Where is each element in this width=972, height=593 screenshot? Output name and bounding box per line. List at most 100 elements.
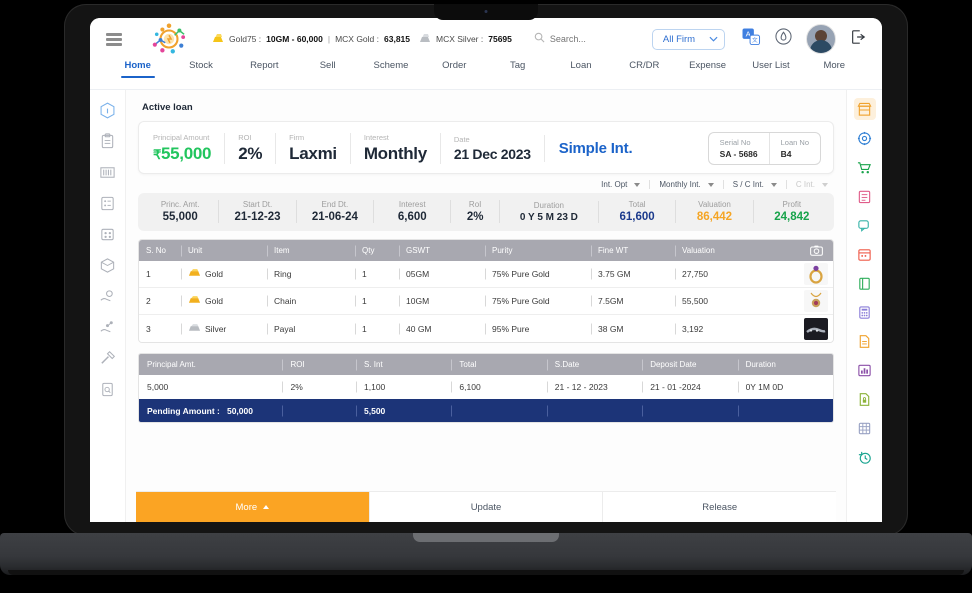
loan-no-label: Loan No [780, 138, 809, 147]
info-icon[interactable] [99, 102, 116, 119]
stat-profit-label: Profit [782, 200, 802, 209]
hamburger-icon[interactable] [106, 32, 122, 46]
notification-bell-icon[interactable] [775, 28, 792, 50]
avatar[interactable] [806, 24, 836, 54]
search-icon [534, 30, 545, 48]
list-check-icon[interactable] [99, 195, 116, 212]
rate-gold75-label: Gold75 : [229, 34, 262, 44]
search-input[interactable] [549, 34, 640, 44]
update-button[interactable]: Update [369, 492, 604, 522]
stat-princ-amt-label: Princ. Amt. [160, 200, 200, 209]
summary-principal-amount: Principal Amount ₹55,000 [151, 133, 226, 164]
chevron-down-icon [770, 182, 777, 187]
table-row[interactable]: 3 Silver Payal 1 40 GM 95% Pure 38 GM 3,… [139, 315, 833, 342]
ledger-cell-deposit-date: 21 - 01 -2024 [642, 382, 737, 392]
nav-item-stock[interactable]: Stock [169, 60, 232, 71]
chevron-down-icon [634, 182, 641, 187]
svg-text:文: 文 [752, 36, 758, 44]
market-rates: Gold75 : 10GM - 60,000 | MCX Gold : 63,8… [212, 33, 512, 45]
ring-photo [804, 263, 828, 285]
hand-coin-icon[interactable] [99, 288, 116, 305]
barcode-icon[interactable] [99, 164, 116, 181]
rate-gold75-value: 10GM - 60,000 [266, 34, 323, 44]
summary-firm: Firm Laxmi [276, 133, 351, 164]
clipboard-pink-icon[interactable] [854, 185, 876, 207]
ledger-table-row[interactable]: 5,000 2% 1,100 6,100 21 - 12 - 2023 21 -… [139, 375, 833, 399]
nav-item-tag[interactable]: Tag [486, 60, 549, 71]
book-green-icon[interactable] [854, 272, 876, 294]
payal-photo [804, 317, 828, 340]
table-row[interactable]: 1 Gold Ring 1 05GM 75% Pure Gold 3.75 GM… [139, 261, 833, 288]
chat-bubble-icon[interactable] [854, 214, 876, 236]
spreadsheet-icon[interactable] [854, 417, 876, 439]
dropdown-int-opt[interactable]: Int. Opt [592, 180, 651, 189]
main-content: Active loan Principal Amount ₹55,000 ROI… [126, 90, 846, 522]
nav-item-expense[interactable]: Expense [676, 60, 739, 71]
row-thumbnail[interactable] [799, 263, 833, 285]
clipboard-icon[interactable] [99, 133, 116, 150]
nav-item-loan[interactable]: Loan [549, 60, 612, 71]
stat-end-dt-label: End Dt. [321, 200, 349, 209]
search-box[interactable] [534, 30, 640, 48]
nav-item-more[interactable]: More [803, 60, 866, 71]
stat-end-dt: End Dt. 21-06-24 [297, 200, 375, 223]
firm-select[interactable]: All Firm [651, 28, 726, 50]
hammer-icon[interactable] [99, 350, 116, 367]
gold-nugget-icon [188, 295, 201, 307]
interest-type-label: Simple Int. [558, 140, 633, 157]
stat-start-dt-value: 21-12-23 [234, 211, 281, 223]
grid-dots-icon[interactable] [99, 226, 116, 243]
stat-valuation-value: 86,442 [696, 211, 733, 223]
calculator-icon[interactable] [854, 301, 876, 323]
store-icon[interactable] [853, 98, 876, 120]
table-row[interactable]: 2 Gold Chain 1 10GM 75% Pure Gold 7.5GM … [139, 288, 833, 315]
nav-item-scheme[interactable]: Scheme [359, 60, 422, 71]
release-button[interactable]: Release [603, 492, 837, 522]
cell-gswt: 05GM [399, 269, 485, 279]
summary-principal-label: Principal Amount [153, 133, 210, 142]
ledger-cell-total: 6,100 [451, 382, 546, 392]
items-table-header: S. No Unit Item Qty GSWT Purity Fine WT … [139, 240, 833, 261]
cell-gswt: 40 GM [399, 324, 485, 334]
cell-item: Ring [267, 269, 355, 279]
hand-share-icon[interactable] [99, 319, 116, 336]
chart-purple-icon[interactable] [854, 359, 876, 381]
dropdown-sc-int[interactable]: S / C Int. [724, 180, 787, 189]
dropdown-c-int[interactable]: C Int. [787, 180, 830, 189]
laptop-notch [434, 4, 538, 20]
row-thumbnail[interactable] [799, 290, 833, 312]
box-package-icon[interactable] [99, 257, 116, 274]
more-button[interactable]: More [136, 492, 370, 522]
document-search-icon[interactable] [99, 381, 116, 398]
nav-item-home[interactable]: Home [106, 60, 169, 71]
gold-nugget-icon [188, 268, 201, 280]
file-orange-icon[interactable] [854, 330, 876, 352]
stat-profit: Profit 24,842 [754, 200, 830, 223]
calendar-red-icon[interactable] [854, 243, 876, 265]
nav-item-report[interactable]: Report [233, 60, 296, 71]
dropdown-monthly-int[interactable]: Monthly Int. [650, 180, 724, 189]
app-logo-icon[interactable] [150, 22, 188, 56]
nav-item-sell[interactable]: Sell [296, 60, 359, 71]
shopping-cart-icon[interactable] [854, 156, 876, 178]
logout-icon[interactable] [850, 29, 866, 50]
translate-icon[interactable]: A 文 [742, 27, 761, 51]
col-qty: Qty [355, 246, 399, 255]
row-thumbnail[interactable] [799, 317, 833, 340]
settings-gear-icon[interactable] [854, 127, 876, 149]
cell-valuation: 27,750 [675, 269, 799, 279]
col-sno: S. No [146, 246, 167, 255]
nav-item-user-list[interactable]: User List [739, 60, 802, 71]
summary-interest-label: Interest [363, 133, 389, 142]
history-clock-icon[interactable] [854, 446, 876, 468]
silver-bar-icon [188, 323, 201, 335]
nav-item-crdr[interactable]: CR/DR [613, 60, 676, 71]
stat-princ-amt-value: 55,000 [162, 211, 198, 223]
nav-item-order[interactable]: Order [423, 60, 486, 71]
cell-sno: 3 [146, 323, 151, 334]
loan-no-cell: Loan No B4 [768, 133, 820, 164]
cell-valuation: 3,192 [675, 324, 799, 334]
camera-icon[interactable] [799, 245, 833, 256]
left-sidebar [90, 90, 126, 522]
lock-file-icon[interactable] [854, 388, 876, 410]
